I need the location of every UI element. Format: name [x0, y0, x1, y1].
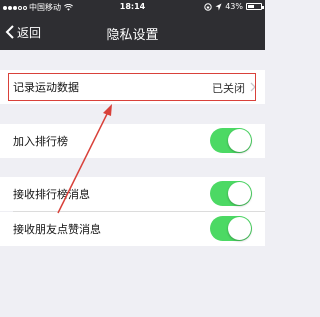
annotation-arrow: [57, 104, 112, 214]
